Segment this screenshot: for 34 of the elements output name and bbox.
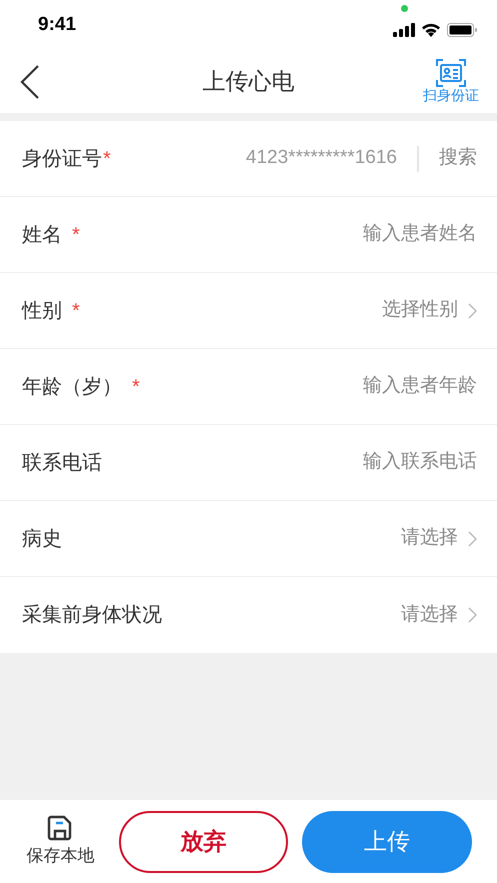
chevron-right-icon bbox=[468, 607, 477, 623]
required-asterisk: * bbox=[103, 146, 111, 172]
field-label: 身份证号 bbox=[22, 146, 102, 172]
select-field[interactable]: 请选择 bbox=[401, 524, 477, 553]
select-field[interactable]: 选择性别 bbox=[382, 296, 477, 325]
field-label: 姓名 bbox=[22, 222, 62, 248]
back-icon bbox=[20, 64, 40, 98]
field-label: 性别 bbox=[22, 298, 62, 324]
field-label: 年龄（岁） bbox=[22, 374, 122, 400]
field-label: 病史 bbox=[22, 526, 62, 552]
input-field[interactable]: 输入联系电话 bbox=[277, 448, 477, 477]
battery-icon bbox=[447, 23, 477, 37]
id-number-field[interactable]: 4123*********1616 bbox=[197, 144, 397, 173]
upload-button[interactable]: 上传 bbox=[302, 810, 472, 872]
discard-button[interactable]: 放弃 bbox=[118, 810, 288, 872]
save-local-button[interactable]: 保存本地 bbox=[22, 814, 99, 868]
field-label: 采集前身体状况 bbox=[22, 603, 162, 628]
chevron-right-icon bbox=[468, 302, 477, 318]
required-asterisk: * bbox=[132, 374, 140, 400]
select-field[interactable]: 请选择 bbox=[401, 600, 477, 630]
required-asterisk: * bbox=[72, 222, 80, 248]
save-icon bbox=[47, 814, 74, 841]
signal-icon bbox=[393, 23, 415, 37]
required-asterisk: * bbox=[72, 298, 80, 324]
status-time: 9:41 bbox=[38, 12, 76, 37]
scan-id-button[interactable]: 扫身份证 bbox=[423, 58, 479, 104]
field-label: 联系电话 bbox=[22, 450, 102, 476]
chevron-right-icon bbox=[468, 530, 477, 546]
input-field[interactable]: 输入患者姓名 bbox=[277, 220, 477, 249]
id-card-icon bbox=[436, 58, 466, 87]
page-title: 上传心电 bbox=[202, 67, 294, 96]
input-field[interactable]: 输入患者年龄 bbox=[277, 372, 477, 401]
wifi-icon bbox=[421, 23, 441, 37]
search-button[interactable]: 搜索 bbox=[439, 144, 477, 173]
